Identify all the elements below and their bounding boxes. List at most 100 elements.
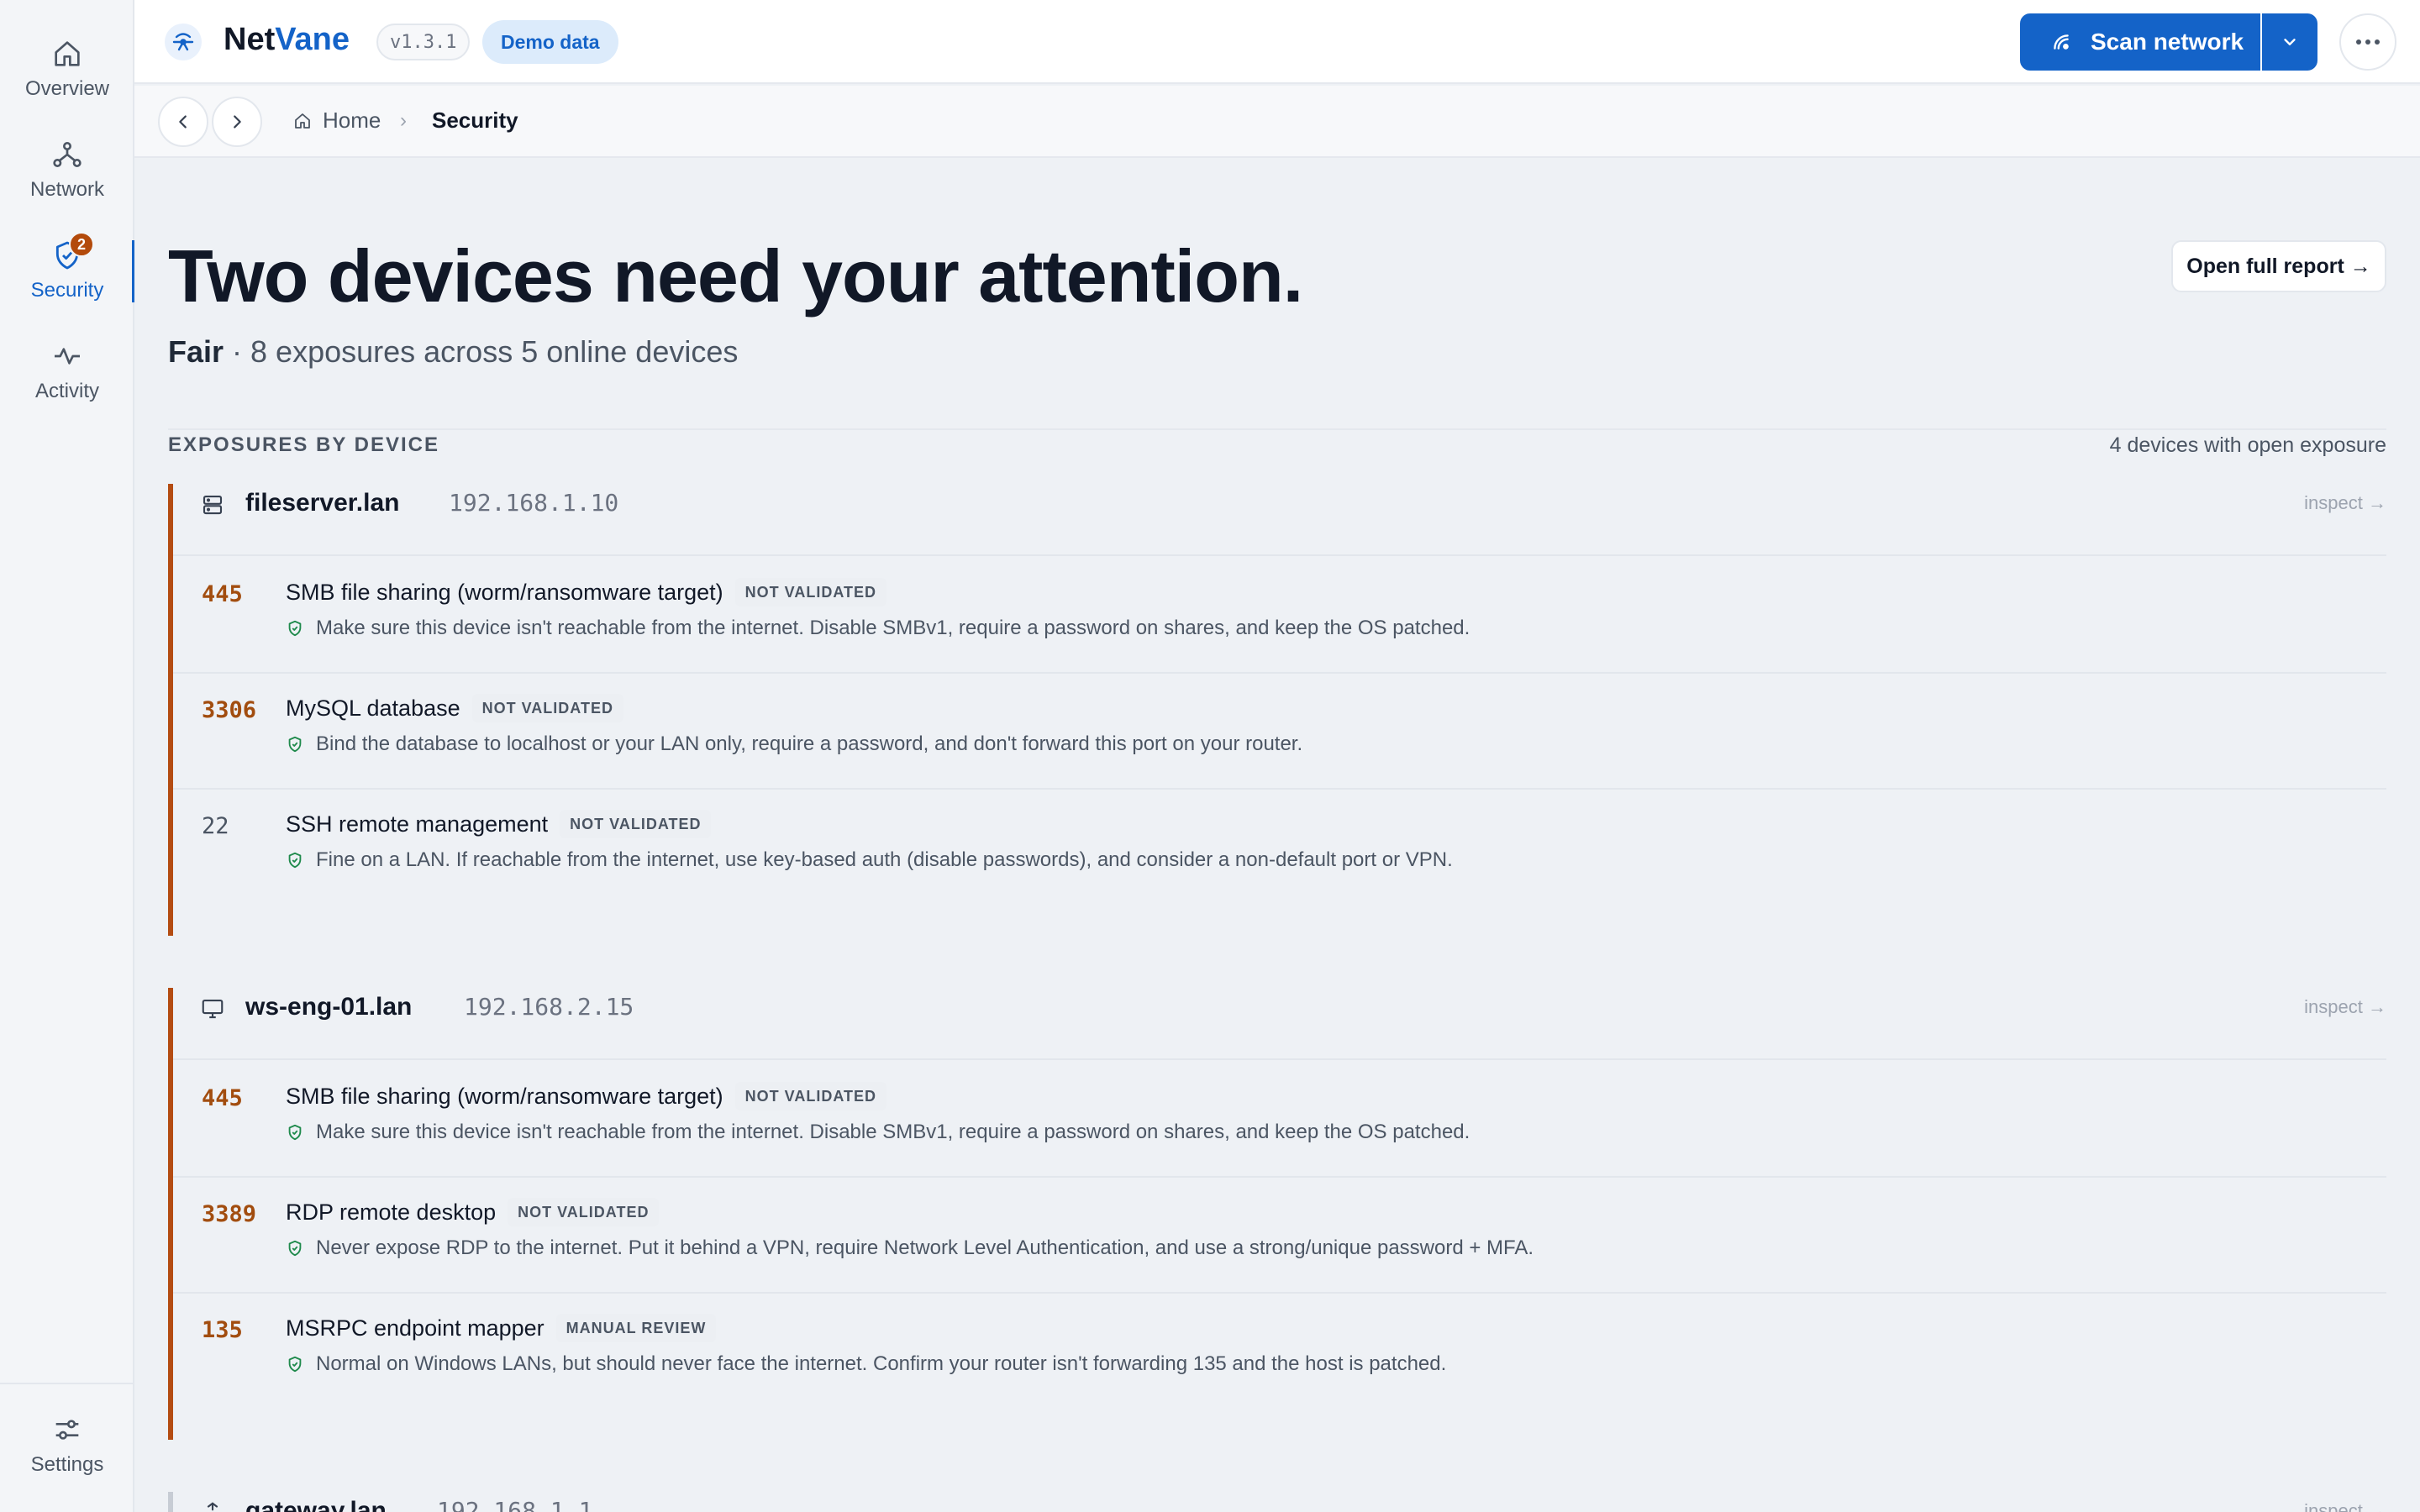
service-name: SSH remote management [286, 811, 549, 837]
exposure-row[interactable]: 3389 RDP remote desktop NOT VALIDATED Nev… [173, 1178, 2386, 1294]
service-name: SMB file sharing (worm/ransomware target… [286, 579, 723, 605]
breadcrumb-home-link[interactable]: Home [292, 108, 381, 134]
chevron-down-icon [2284, 39, 2296, 45]
sidebar-item-settings[interactable]: Settings [0, 1399, 134, 1490]
device-ip: 192.168.2.15 [464, 993, 634, 1021]
security-score: Fair [168, 334, 224, 369]
remediation-text: Fine on a LAN. If reachable from the int… [316, 848, 1453, 871]
validation-tag: NOT VALIDATED [560, 810, 712, 838]
device-header: ws-eng-01.lan 192.168.2.15 inspect → [173, 988, 2386, 1060]
chevron-left-icon [179, 115, 187, 129]
page-title: Two devices need your attention. [168, 234, 1303, 318]
service-name: MSRPC endpoint mapper [286, 1315, 544, 1341]
breadcrumb-separator: › [400, 109, 407, 132]
open-full-report-button[interactable]: Open full report → [2171, 240, 2386, 292]
shield-check-icon [288, 736, 302, 753]
top-bar: NetVane v1.3.1 Demo data Scan network [134, 0, 2420, 84]
scan-options-button[interactable] [2262, 13, 2317, 71]
shield-check-icon [288, 620, 302, 637]
device-exposure-count: 4 devices with open exposure [2109, 433, 2386, 457]
radar-icon [2050, 31, 2072, 53]
remediation-text: Bind the database to localhost or your L… [316, 732, 1303, 755]
device-name[interactable]: ws-eng-01.lan [245, 993, 412, 1021]
monitor-icon [200, 996, 225, 1021]
sidebar-item-label: Network [29, 178, 105, 201]
device-card-ws-eng-01: ws-eng-01.lan 192.168.2.15 inspect → 445… [168, 988, 2386, 1440]
shield-check-icon [288, 1124, 302, 1141]
exposure-row[interactable]: 22 SSH remote management NOT VALIDATED Fi… [173, 790, 2386, 906]
remediation-text: Never expose RDP to the internet. Put it… [316, 1236, 1534, 1259]
app-logo-icon [165, 24, 202, 60]
port-number: 3306 [202, 697, 257, 723]
validation-tag: NOT VALIDATED [508, 1198, 660, 1226]
port-number: 22 [202, 813, 229, 839]
device-name[interactable]: fileserver.lan [245, 489, 399, 517]
inspect-link[interactable]: inspect → [2304, 996, 2386, 1018]
remediation-text: Make sure this device isn't reachable fr… [316, 1121, 1470, 1143]
shield-check-icon [288, 1240, 302, 1257]
section-divider [168, 428, 2386, 430]
sidebar-item-label: Security [30, 279, 104, 302]
port-number: 135 [202, 1317, 243, 1343]
demo-data-badge: Demo data [482, 20, 618, 64]
service-name: RDP remote desktop [286, 1199, 497, 1225]
home-icon [295, 113, 310, 129]
device-card-fileserver: fileserver.lan 192.168.1.10 inspect → 44… [168, 484, 2386, 936]
forward-button[interactable] [212, 97, 262, 147]
home-icon [50, 37, 84, 71]
shield-check-icon [288, 852, 302, 869]
sidebar: Overview Network 2 Security Activity Set… [0, 0, 136, 1512]
sliders-icon [50, 1413, 84, 1446]
router-icon [200, 1500, 225, 1512]
device-ip: 192.168.1.10 [449, 489, 619, 517]
validation-tag: NOT VALIDATED [734, 1082, 886, 1110]
remediation-text: Normal on Windows LANs, but should never… [316, 1352, 1447, 1375]
network-icon [50, 138, 84, 171]
security-summary: Fair · 8 exposures across 5 online devic… [168, 334, 739, 369]
app-brand: NetVane [224, 22, 350, 57]
service-name: SMB file sharing (worm/ransomware target… [286, 1083, 723, 1109]
sidebar-item-network[interactable]: Network [0, 124, 134, 215]
exposure-row[interactable]: 3306 MySQL database NOT VALIDATED Bind th… [173, 674, 2386, 790]
validation-tag: NOT VALIDATED [734, 578, 886, 606]
port-number: 3389 [202, 1201, 257, 1227]
more-options-button[interactable] [2339, 13, 2396, 71]
remediation-text: Make sure this device isn't reachable fr… [316, 617, 1470, 639]
exposure-row[interactable]: 445 SMB file sharing (worm/ransomware ta… [173, 1062, 2386, 1178]
chevron-right-icon [234, 115, 241, 129]
inspect-link[interactable]: inspect → [2304, 1500, 2386, 1512]
device-name[interactable]: gateway.lan [245, 1497, 387, 1512]
service-name: MySQL database [286, 695, 460, 721]
activity-icon [50, 339, 84, 373]
device-card-gateway: gateway.lan 192.168.1.1 inspect → [168, 1492, 2386, 1512]
sidebar-item-security[interactable]: 2 Security [0, 225, 136, 316]
version-badge: v1.3.1 [376, 24, 471, 60]
sidebar-item-label: Activity [34, 380, 99, 402]
device-header: fileserver.lan 192.168.1.10 inspect → [173, 484, 2386, 556]
exposure-row[interactable]: 445 SMB file sharing (worm/ransomware ta… [173, 558, 2386, 674]
port-number: 445 [202, 581, 243, 607]
sidebar-divider [0, 1383, 134, 1384]
exposure-row[interactable]: 135 MSRPC endpoint mapper MANUAL REVIEW N… [173, 1294, 2386, 1410]
back-button[interactable] [158, 97, 208, 147]
inspect-link[interactable]: inspect → [2304, 492, 2386, 514]
sidebar-item-label: Settings [30, 1453, 104, 1476]
device-header: gateway.lan 192.168.1.1 inspect → [173, 1492, 2386, 1512]
sidebar-item-overview[interactable]: Overview [0, 24, 134, 114]
port-number: 445 [202, 1085, 243, 1111]
validation-tag: MANUAL REVIEW [555, 1314, 717, 1342]
breadcrumb-current: Security [432, 108, 518, 133]
section-heading: EXPOSURES BY DEVICE [168, 433, 439, 456]
validation-tag: NOT VALIDATED [471, 694, 623, 722]
shield-check-icon [288, 1356, 302, 1373]
security-page: Two devices need your attention. Fair · … [134, 160, 2420, 1512]
more-dots-icon [2356, 39, 2380, 45]
sidebar-item-activity[interactable]: Activity [0, 326, 134, 417]
breadcrumb-bar: Home › Security [134, 86, 2420, 158]
shield-icon: 2 [50, 232, 94, 272]
scan-network-button[interactable]: Scan network [2020, 13, 2260, 71]
security-alert-badge: 2 [69, 232, 94, 257]
server-icon [200, 492, 225, 517]
device-ip: 192.168.1.1 [437, 1497, 593, 1512]
sidebar-item-label: Overview [24, 77, 110, 100]
